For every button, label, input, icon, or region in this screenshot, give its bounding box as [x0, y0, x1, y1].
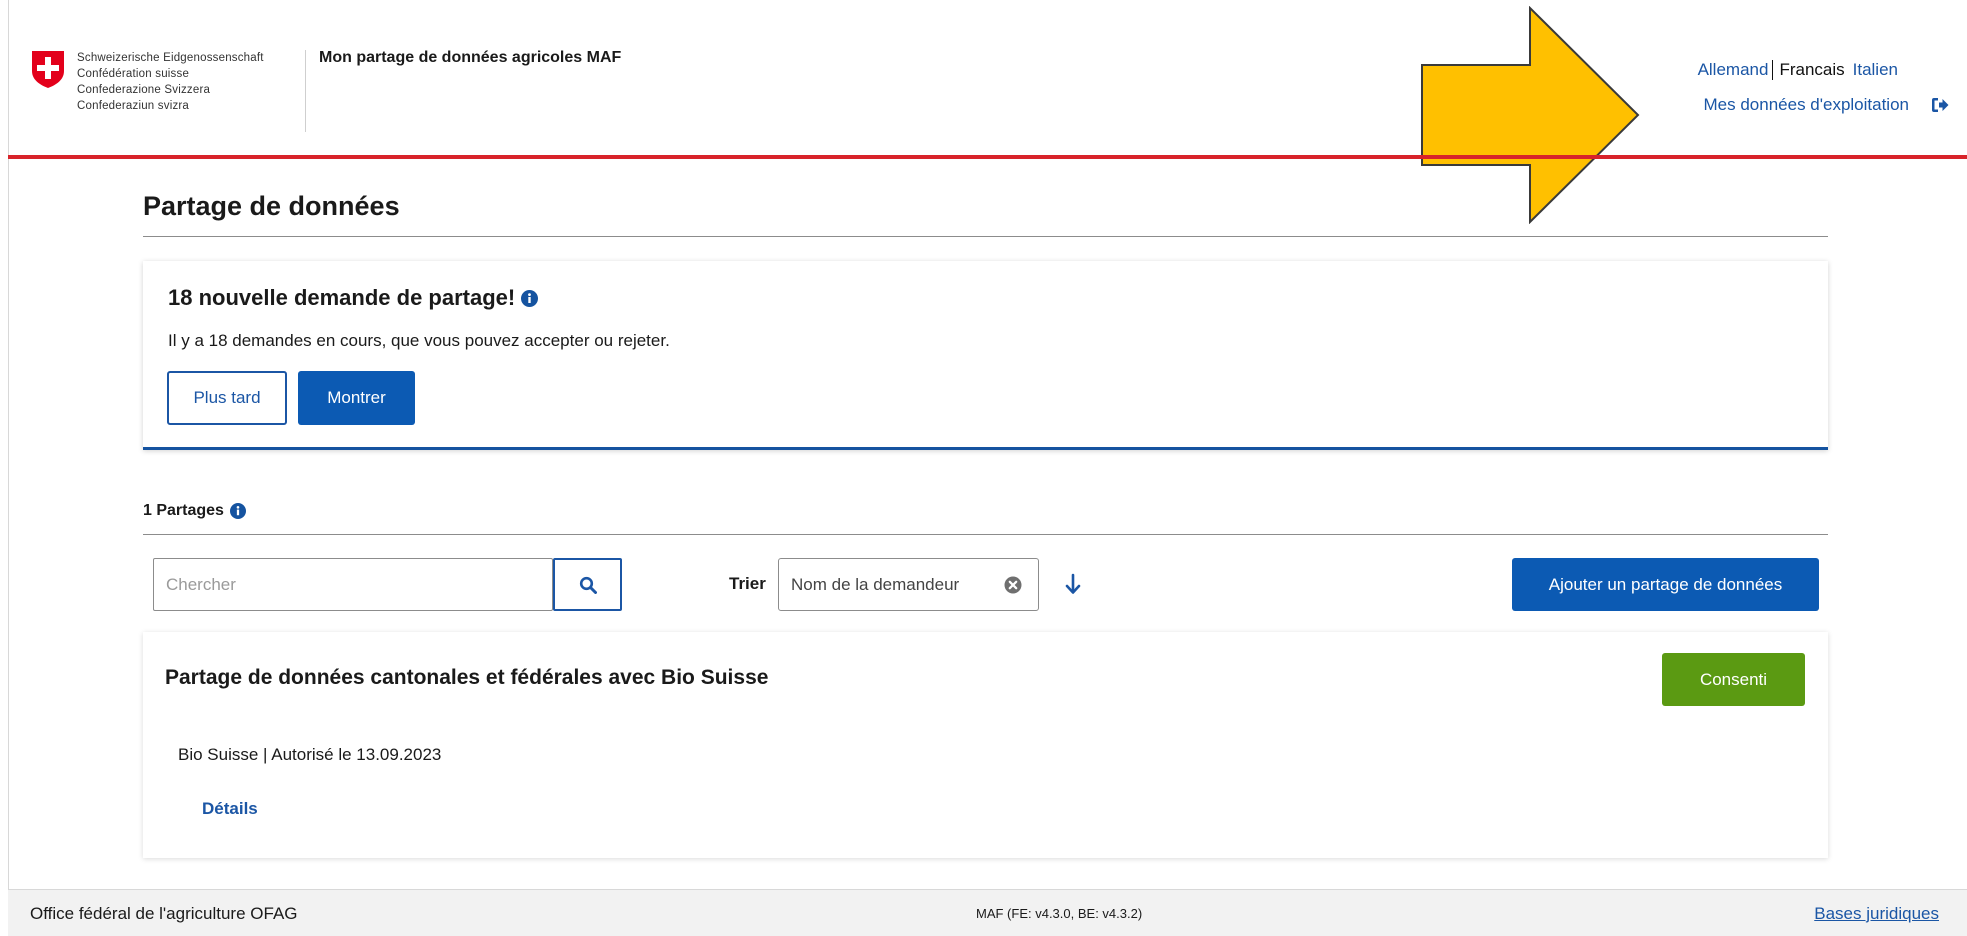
annotation-arrow-icon — [1421, 6, 1640, 224]
search-input[interactable] — [153, 558, 553, 611]
page-title: Partage de données — [143, 191, 400, 221]
sort-select[interactable]: Nom de la demandeur — [778, 558, 1039, 611]
language-switcher: Allemand Francais Italien — [1694, 60, 1902, 80]
share-card: Partage de données cantonales et fédéral… — [143, 632, 1828, 858]
confed-line-fr: Confédération suisse — [77, 68, 190, 80]
info-icon[interactable] — [229, 503, 246, 519]
sort-label: Trier — [729, 574, 766, 593]
header-accent-line — [8, 155, 1967, 159]
add-data-share-button[interactable]: Ajouter un partage de données — [1512, 558, 1819, 611]
share-title: Partage de données cantonales et fédéral… — [165, 666, 769, 689]
status-badge: Consenti — [1662, 653, 1805, 706]
logout-icon[interactable] — [1931, 97, 1949, 113]
title-divider — [143, 236, 1828, 237]
header-divider — [305, 50, 306, 132]
info-icon[interactable] — [521, 289, 539, 307]
footer-org: Office fédéral de l'agriculture OFAG — [30, 904, 298, 923]
notice-title-row: 18 nouvelle demande de partage! — [168, 285, 539, 311]
share-meta: Bio Suisse | Autorisé le 13.09.2023 — [178, 745, 442, 764]
notice-text: Il y a 18 demandes en cours, que vous po… — [168, 331, 670, 350]
later-button[interactable]: Plus tard — [167, 371, 287, 425]
sort-select-value: Nom de la demandeur — [791, 574, 960, 594]
my-farm-data-link[interactable]: Mes données d'exploitation — [1704, 95, 1910, 115]
confed-line-de: Schweizerische Eidgenossenschaft — [77, 52, 264, 64]
site-footer: Office fédéral de l'agriculture OFAG MAF… — [8, 889, 1967, 936]
shares-divider — [143, 534, 1828, 535]
clear-icon[interactable] — [1004, 576, 1022, 594]
language-fr-active: Francais — [1772, 60, 1848, 80]
notice-title: 18 nouvelle demande de partage! — [168, 285, 516, 310]
app-title: Mon partage de données agricoles MAF — [319, 49, 622, 66]
arrow-down-icon[interactable] — [1064, 573, 1082, 595]
confed-line-it: Confederazione Svizzera — [77, 84, 211, 96]
swiss-coat-of-arms-icon — [32, 51, 64, 88]
footer-version: MAF (FE: v4.3.0, BE: v4.3.2) — [976, 906, 1143, 921]
language-de[interactable]: Allemand — [1694, 60, 1773, 80]
search-icon — [579, 576, 597, 594]
shares-count-row: 1 Partages — [143, 502, 246, 520]
confederation-wordmark: Schweizerische Eidgenossenschaft Confédé… — [77, 50, 264, 114]
search-button[interactable] — [553, 558, 622, 611]
language-it[interactable]: Italien — [1849, 60, 1902, 80]
show-button[interactable]: Montrer — [298, 371, 415, 425]
details-link[interactable]: Détails — [202, 799, 258, 819]
legal-basis-link[interactable]: Bases juridiques — [1814, 904, 1939, 924]
pending-requests-notice: 18 nouvelle demande de partage! Il y a 1… — [143, 261, 1828, 450]
site-header: Schweizerische Eidgenossenschaft Confédé… — [0, 0, 1967, 224]
shares-count-label: 1 Partages — [143, 502, 224, 519]
account-row: Mes données d'exploitation — [1704, 95, 1950, 115]
confed-line-rm: Confederaziun svizra — [77, 100, 190, 112]
